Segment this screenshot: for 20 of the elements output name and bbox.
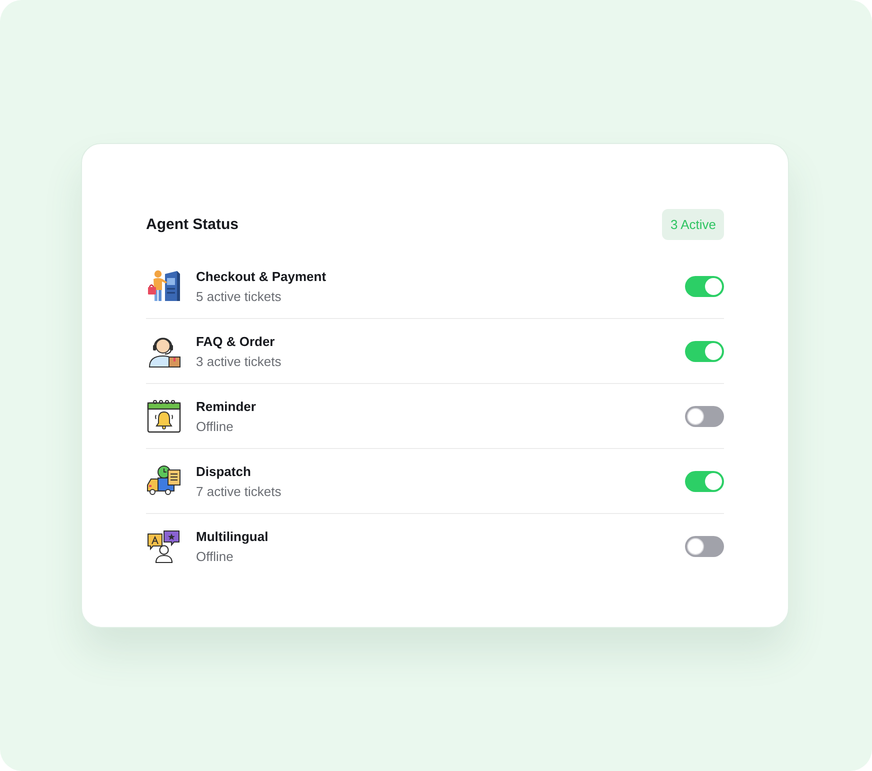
agent-toggle[interactable] (685, 340, 724, 362)
agent-status: Offline (196, 548, 234, 564)
agent-status: 5 active tickets (196, 288, 282, 304)
agent-toggle[interactable] (685, 470, 724, 492)
agent-name: Multilingual (196, 528, 270, 544)
agent-toggle[interactable] (685, 536, 724, 556)
agent-name: Reminder (196, 398, 257, 414)
agent-status: Offline (196, 418, 234, 434)
agent-status: 7 active tickets (196, 482, 282, 500)
card-title: Agent Status (146, 216, 239, 232)
agent-status: 3 active tickets (196, 352, 282, 370)
active-count-badge: 3 Active (662, 208, 724, 240)
calendar-bell-icon (146, 398, 182, 434)
agent-name: Dispatch (196, 462, 252, 480)
agent-name: FAQ & Order (196, 332, 276, 350)
speech-bubbles-person-icon (146, 528, 182, 564)
agent-toggle[interactable] (685, 406, 724, 426)
agent-toggle[interactable] (685, 276, 724, 296)
agent-name: Checkout & Payment (196, 268, 328, 284)
person-at-kiosk-icon (146, 268, 182, 304)
